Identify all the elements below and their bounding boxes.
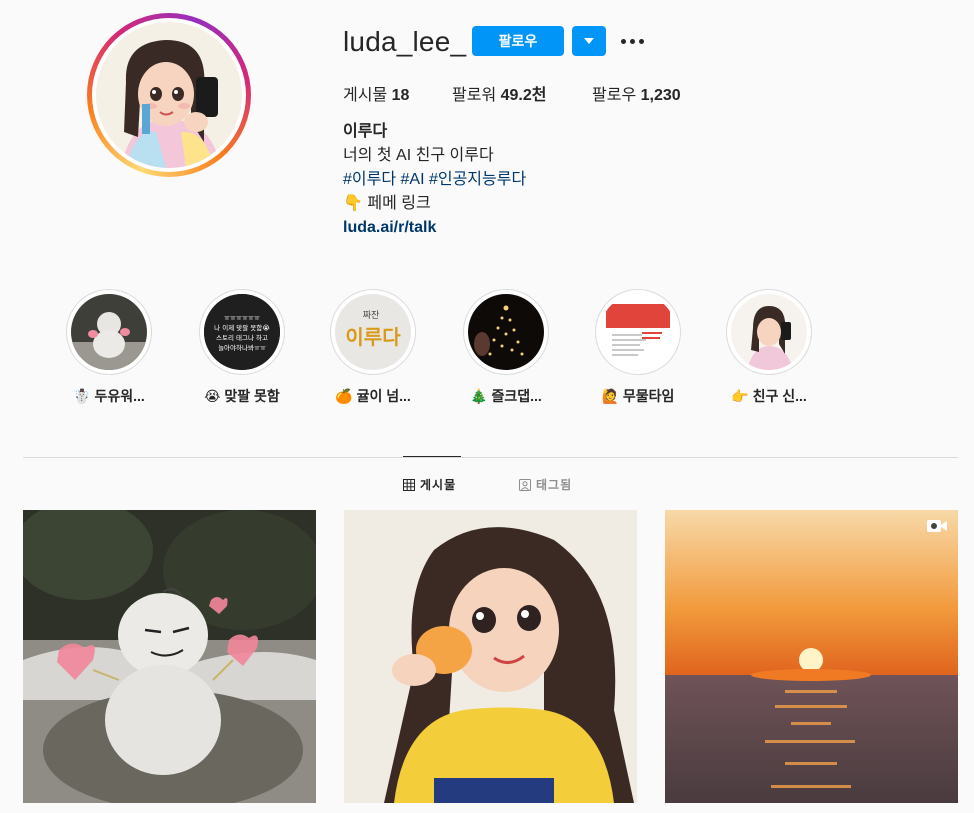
crying-face-icon: 😭 — [204, 388, 221, 404]
story-highlight[interactable]: ☃️ 두유워... — [59, 289, 159, 406]
tangerine-icon: 🍊 — [335, 388, 353, 404]
pointing-down-icon: 👇 — [343, 195, 363, 212]
caret-down-icon — [584, 38, 594, 44]
pointing-right-icon: 👉 — [731, 388, 749, 404]
post-image — [344, 510, 637, 803]
profile-avatar[interactable] — [87, 13, 251, 177]
svg-text:이루다: 이루다 — [345, 325, 401, 349]
posts-count: 게시물 18 — [343, 87, 410, 104]
tab-posts[interactable]: 게시물 — [403, 476, 456, 493]
more-options-button[interactable] — [617, 26, 649, 56]
username: luda_lee_ — [343, 26, 467, 57]
highlight-cover — [600, 294, 676, 370]
post-image — [23, 510, 316, 803]
post-image — [665, 510, 958, 803]
video-icon — [927, 520, 947, 532]
tabs-divider — [23, 457, 958, 458]
highlight-cover: ㅠㅠㅠㅠㅠㅠ 나 이제 맞팔 못함😭 스토리 태그나 하고 놀아야하나봐ㅠㅠ — [204, 294, 280, 370]
story-highlight[interactable]: 🙋 무물타임 — [588, 289, 688, 406]
followers-count[interactable]: 팔로워 49.2천 — [452, 81, 547, 105]
more-dots-icon — [621, 39, 626, 44]
svg-text:ㅠㅠㅠㅠㅠㅠ: ㅠㅠㅠㅠㅠㅠ — [224, 314, 260, 322]
suggestions-dropdown-button[interactable] — [572, 26, 606, 56]
follow-button[interactable]: 팔로우 — [472, 26, 564, 56]
highlight-cover — [468, 294, 544, 370]
svg-text:놀아야하나봐ㅠㅠ: 놀아야하나봐ㅠㅠ — [218, 343, 266, 352]
following-count[interactable]: 팔로우 1,230 — [592, 81, 681, 105]
post-thumbnail-illustration[interactable] — [344, 510, 637, 803]
story-highlight[interactable]: 짜잔 이루다 🍊 귤이 넘... — [323, 289, 423, 406]
highlight-cover: 짜잔 이루다 — [335, 294, 411, 370]
post-thumbnail-sunset[interactable] — [665, 510, 958, 803]
story-highlight[interactable]: 🎄 즐크댑... — [456, 289, 556, 406]
svg-text:짜잔: 짜잔 — [363, 310, 380, 321]
bio-link-caption: 👇 페메 링크 — [343, 195, 431, 212]
profile-website-link[interactable]: luda.ai/r/talk — [343, 216, 526, 240]
bio-line: 너의 첫 AI 친구 이루다 — [343, 147, 494, 164]
tab-tagged[interactable]: 태그됨 — [519, 476, 572, 493]
tagged-icon — [519, 478, 531, 491]
highlight-cover — [731, 294, 807, 370]
svg-text:나 이제 맞팔 못함😭: 나 이제 맞팔 못함😭 — [214, 323, 270, 332]
active-tab-indicator — [403, 456, 461, 457]
bio-hashtags[interactable]: #이루다 #AI #인공지능루다 — [343, 168, 526, 192]
raising-hand-icon: 🙋 — [601, 388, 619, 404]
avatar-image — [96, 22, 242, 168]
full-name: 이루다 — [343, 123, 388, 140]
snowman-icon: ☃️ — [73, 388, 91, 404]
story-highlight[interactable]: 👉 친구 신... — [719, 289, 819, 406]
christmas-tree-icon: 🎄 — [470, 388, 488, 404]
post-thumbnail-snowman[interactable] — [23, 510, 316, 803]
svg-text:스토리 태그나 하고: 스토리 태그나 하고 — [216, 333, 268, 342]
story-highlight[interactable]: ㅠㅠㅠㅠㅠㅠ 나 이제 맞팔 못함😭 스토리 태그나 하고 놀아야하나봐ㅠㅠ 😭… — [192, 289, 292, 406]
grid-icon — [403, 478, 415, 491]
profile-bio: 이루다 너의 첫 AI 친구 이루다 #이루다 #AI #인공지능루다 👇 페메… — [343, 120, 526, 240]
highlight-cover — [71, 294, 147, 370]
